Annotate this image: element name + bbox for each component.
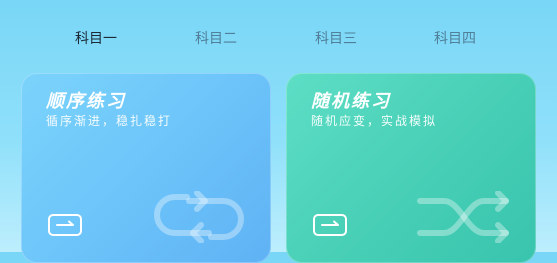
arrow-right-icon: [321, 220, 339, 226]
tab-subject-2[interactable]: 科目二: [195, 28, 237, 50]
shuffle-icon: [417, 191, 509, 243]
enter-random-button[interactable]: [313, 214, 347, 236]
tab-subject-3[interactable]: 科目三: [315, 28, 357, 50]
tab-subject-1[interactable]: 科目一: [75, 28, 117, 50]
loop-arrows-icon: [154, 191, 244, 243]
card-subtitle: 随机应变，实战模拟: [311, 114, 438, 128]
arrow-right-icon: [56, 220, 74, 226]
subject-tabs: 科目一 科目二 科目三 科目四: [0, 28, 557, 52]
random-practice-card[interactable]: 随机练习 随机应变，实战模拟: [286, 73, 536, 263]
enter-sequential-button[interactable]: [48, 214, 82, 236]
card-title: 顺序练习: [46, 91, 126, 112]
tab-subject-4[interactable]: 科目四: [434, 28, 476, 50]
sequential-practice-card[interactable]: 顺序练习 循序渐进，稳扎稳打: [21, 73, 271, 263]
card-subtitle: 循序渐进，稳扎稳打: [46, 114, 173, 128]
card-title: 随机练习: [311, 91, 391, 112]
